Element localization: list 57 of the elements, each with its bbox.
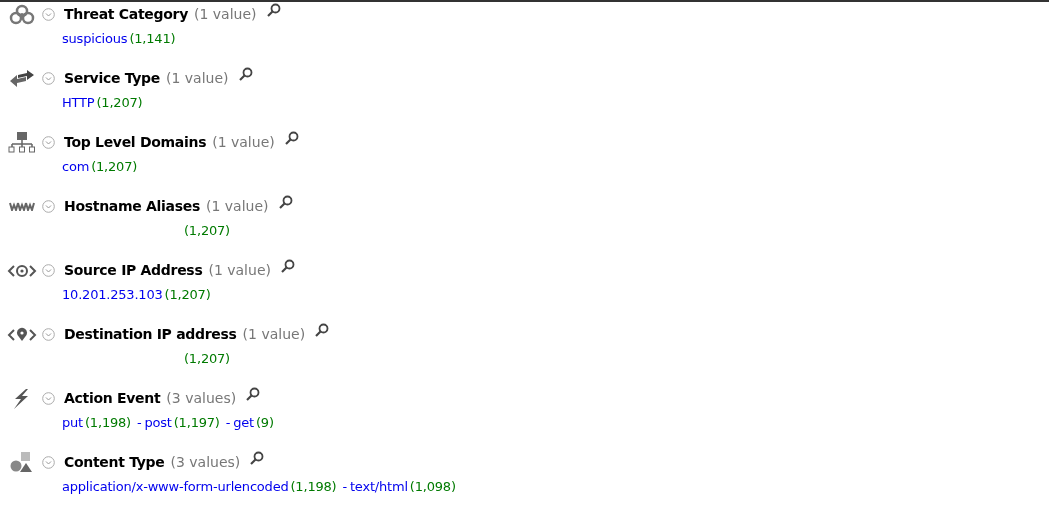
separator: - [136, 414, 142, 432]
facet-title: Top Level Domains [64, 132, 207, 152]
facet-title: Destination IP address [64, 324, 237, 344]
facet-title: Threat Category [64, 4, 188, 24]
value-count: (1 value) [242, 324, 306, 344]
network-icon [6, 131, 38, 153]
search-icon[interactable] [246, 387, 261, 401]
facet-title: Content Type [64, 452, 165, 472]
expand-toggle-icon[interactable] [42, 327, 55, 341]
search-icon[interactable] [266, 3, 281, 17]
expand-toggle-icon[interactable] [42, 199, 55, 213]
hit-count: (1,207) [91, 158, 138, 176]
search-icon[interactable] [278, 195, 293, 209]
facet-value-link[interactable]: com [62, 157, 90, 177]
hit-count: (1,207) [184, 350, 230, 368]
expand-toggle-icon[interactable] [42, 391, 55, 405]
hit-count: (1,141) [129, 30, 176, 48]
separator: - [342, 478, 347, 496]
facet-title: Source IP Address [64, 260, 203, 280]
search-icon[interactable] [238, 67, 253, 81]
facet-value-link[interactable]: get [233, 413, 254, 433]
value-count: (1 value) [206, 196, 269, 216]
facet-title: Action Event [64, 388, 161, 408]
facet-value-link[interactable]: post [144, 413, 172, 433]
value-count: (1 value) [166, 68, 229, 88]
value-count: (3 values) [170, 452, 241, 472]
search-icon[interactable] [315, 323, 330, 337]
value-count: (1 value) [208, 260, 271, 280]
search-icon[interactable] [250, 451, 265, 465]
www-icon [7, 201, 37, 211]
facet-title: Hostname Aliases [64, 196, 200, 216]
value-count: (3 values) [166, 388, 237, 408]
hit-count: (1,207) [164, 286, 211, 304]
hit-count: (1,197) [173, 414, 220, 432]
hit-count: (1,207) [184, 222, 230, 240]
search-icon[interactable] [284, 131, 299, 145]
expand-toggle-icon[interactable] [42, 7, 55, 21]
facet-value-link[interactable]: HTTP [62, 93, 95, 113]
hit-count: (1,198) [290, 478, 337, 496]
facet-value-link[interactable]: text/html [349, 477, 408, 497]
facet-value-link[interactable]: 10.201.253.103 [62, 285, 163, 305]
expand-toggle-icon[interactable] [42, 455, 55, 469]
facet-title: Service Type [64, 68, 160, 88]
separator: - [225, 414, 231, 432]
value-count: (1 value) [212, 132, 275, 152]
facet-value-link[interactable]: put [62, 413, 83, 433]
hit-count: (1,198) [85, 414, 131, 432]
value-count: (1 value) [194, 4, 257, 24]
hit-count: (1,207) [96, 94, 143, 112]
facet-value-link[interactable]: application/x-www-form-urlencoded [62, 477, 289, 497]
expand-toggle-icon[interactable] [42, 263, 55, 277]
search-icon[interactable] [280, 259, 295, 273]
expand-toggle-icon[interactable] [42, 71, 55, 85]
expand-toggle-icon[interactable] [42, 135, 55, 149]
hit-count: (1,098) [409, 478, 456, 496]
facet-value-link[interactable]: suspicious [62, 29, 128, 49]
hit-count: (9) [255, 414, 274, 432]
